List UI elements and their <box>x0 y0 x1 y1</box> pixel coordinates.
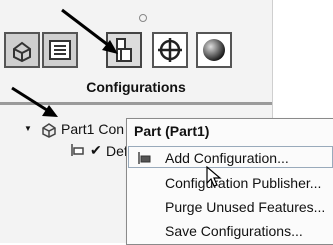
tree-item-label: Part1 Con <box>61 121 125 137</box>
add-configuration-icon <box>138 152 151 164</box>
tab-display-manager[interactable] <box>196 32 232 68</box>
display-manager-icon <box>203 39 225 61</box>
annotation-arrow-tree <box>11 86 58 117</box>
menu-item-label: Purge Unused Features... <box>165 199 326 215</box>
dimxpert-manager-icon <box>158 38 182 62</box>
menu-item-label: Add Configuration... <box>165 150 289 166</box>
tree-item-label: Def <box>106 143 128 159</box>
context-menu: Part (Part1) Add Configuration... Config… <box>126 118 333 245</box>
annotation-arrow-tab <box>61 8 118 54</box>
tab-dimxpert-manager[interactable] <box>152 32 188 68</box>
configuration-icon <box>71 144 84 156</box>
mouse-cursor-icon <box>206 166 222 187</box>
menu-item-label: Save Configurations... <box>165 223 303 239</box>
context-menu-title: Part (Part1) <box>134 123 210 139</box>
active-check-icon: ✔ <box>90 142 102 158</box>
menu-item-label: Configuration Publisher... <box>165 175 322 191</box>
panel-grip-icon[interactable] <box>139 14 147 22</box>
